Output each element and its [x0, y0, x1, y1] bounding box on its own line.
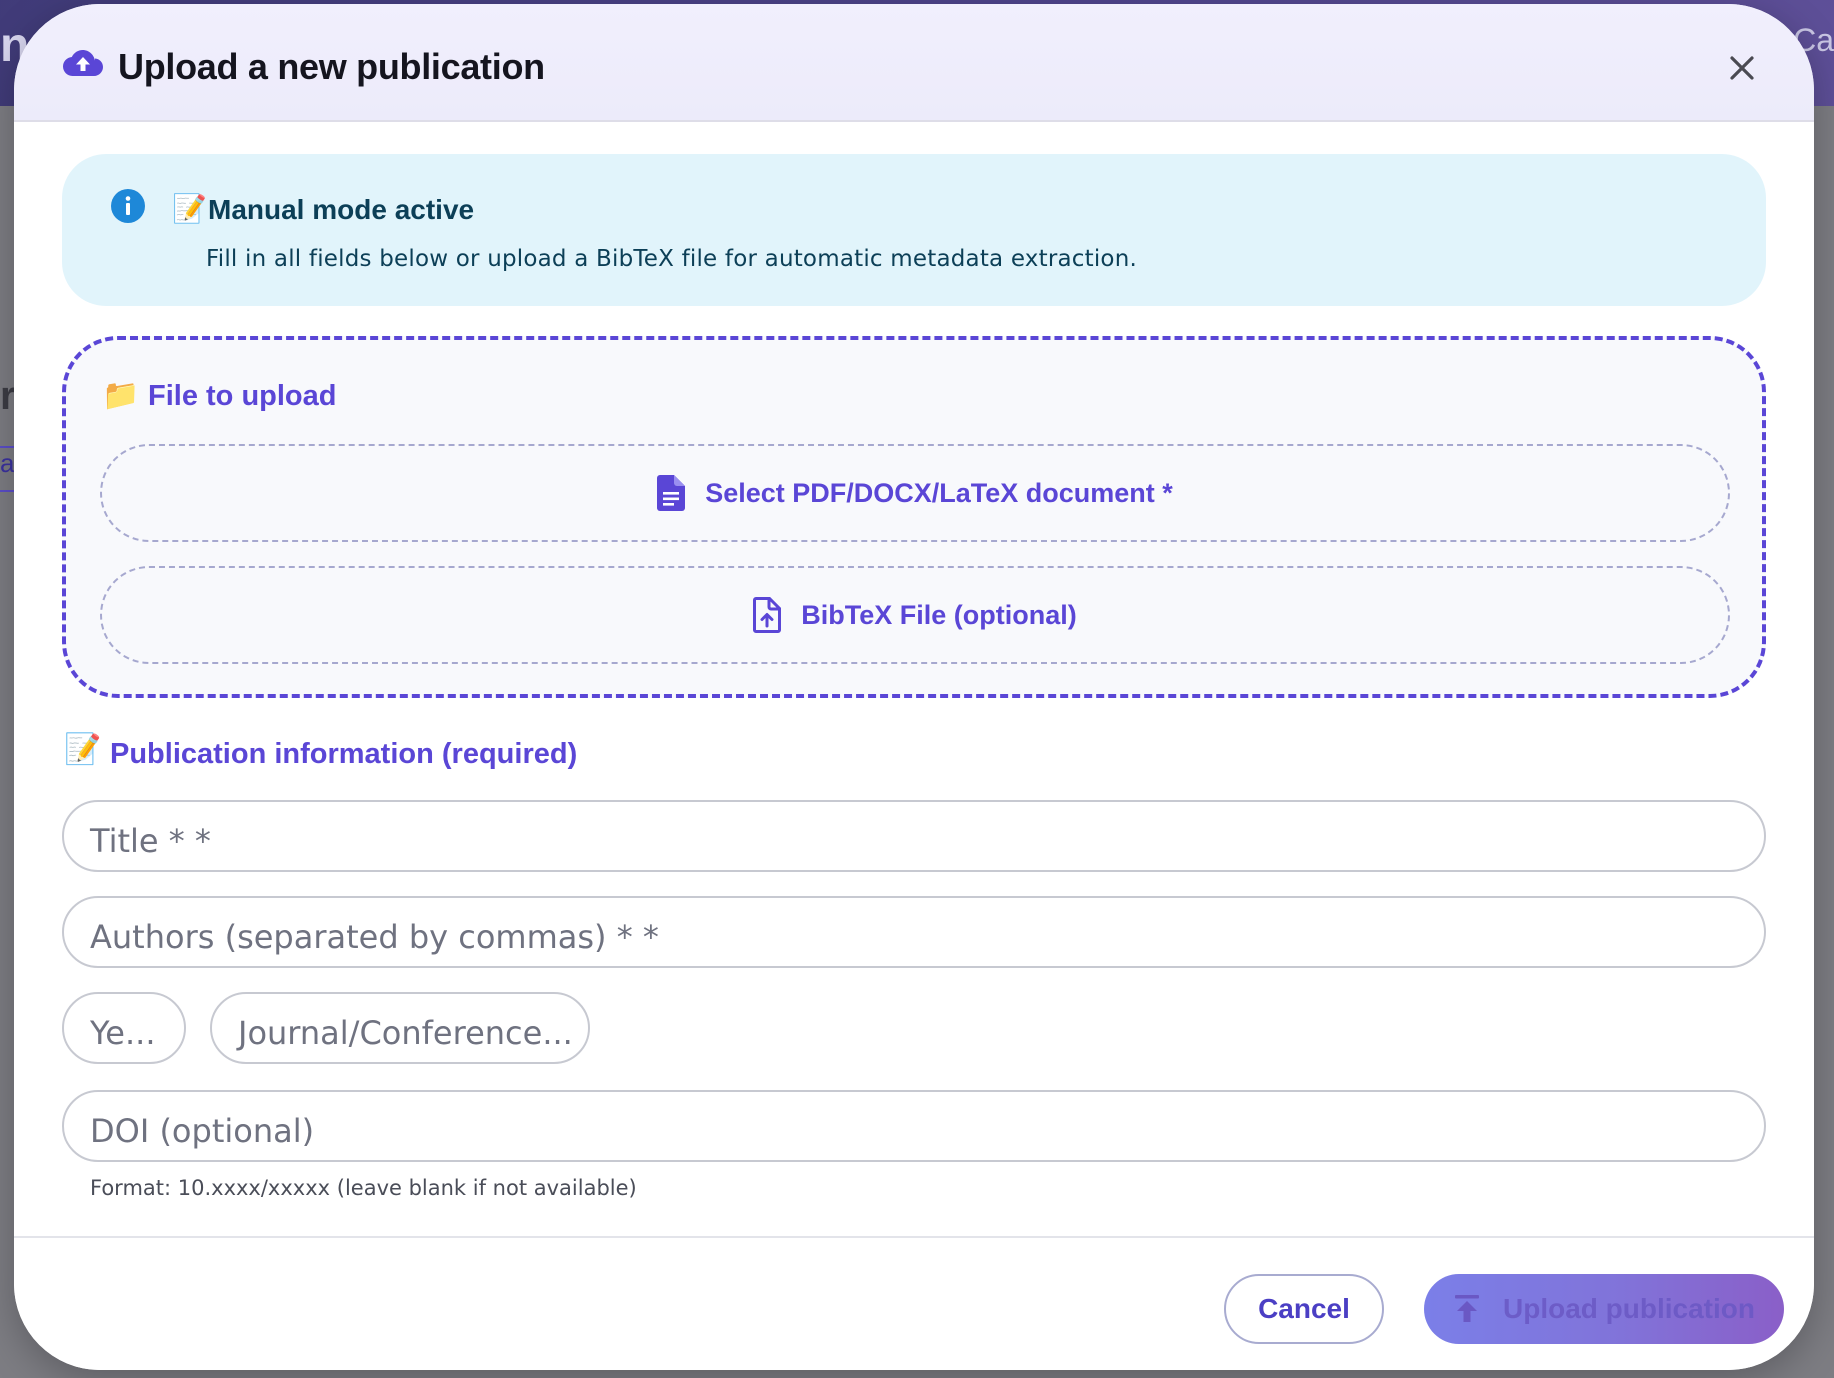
- file-upload-zone[interactable]: 📁 File to upload Select PDF/DOCX/LaTeX d…: [62, 336, 1766, 698]
- doi-input[interactable]: DOI (optional): [62, 1090, 1766, 1162]
- journal-placeholder: Journal/Conference...: [238, 1014, 573, 1052]
- dialog-footer: Cancel Upload publication: [14, 1236, 1814, 1370]
- upload-arrow-icon: [1455, 1295, 1479, 1322]
- year-input[interactable]: Ye...: [62, 992, 186, 1064]
- title-input[interactable]: Title * *: [62, 800, 1766, 872]
- year-placeholder: Ye...: [90, 1014, 156, 1052]
- memo-emoji: 📝: [64, 733, 102, 766]
- folder-emoji: 📁: [102, 379, 140, 412]
- publication-info-title: Publication information (required): [110, 738, 578, 770]
- file-upload-title: File to upload: [148, 380, 337, 412]
- upload-publication-label: Upload publication: [1503, 1293, 1755, 1324]
- file-upload-icon: [753, 597, 782, 633]
- doi-helper-text: Format: 10.xxxx/xxxxx (leave blank if no…: [90, 1176, 637, 1200]
- upload-publication-dialog: Upload a new publication 📝 Manual mode a…: [14, 4, 1814, 1370]
- select-document-label: Select PDF/DOCX/LaTeX document *: [705, 477, 1173, 508]
- background-tab-fragment: at: [0, 446, 14, 492]
- authors-input[interactable]: Authors (separated by commas) * *: [62, 896, 1766, 968]
- cloud-upload-icon: [63, 50, 103, 76]
- info-icon: [111, 189, 145, 223]
- alert-title: Manual mode active: [208, 194, 475, 225]
- bibtex-file-button[interactable]: BibTeX File (optional): [100, 566, 1730, 664]
- alert-message: Fill in all fields below or upload a Bib…: [206, 246, 1137, 272]
- bibtex-file-label: BibTeX File (optional): [801, 599, 1077, 630]
- doi-placeholder: DOI (optional): [90, 1112, 315, 1150]
- memo-emoji: 📝: [172, 193, 207, 224]
- manual-mode-alert: 📝 Manual mode active Fill in all fields …: [62, 154, 1766, 306]
- cancel-button[interactable]: Cancel: [1224, 1274, 1384, 1344]
- select-document-button[interactable]: Select PDF/DOCX/LaTeX document *: [100, 444, 1730, 542]
- close-icon[interactable]: [1722, 48, 1762, 88]
- upload-publication-button[interactable]: Upload publication: [1424, 1274, 1784, 1344]
- document-icon: [657, 475, 686, 511]
- dialog-title: Upload a new publication: [118, 46, 545, 87]
- authors-placeholder: Authors (separated by commas) * *: [90, 918, 659, 956]
- dialog-header: Upload a new publication: [14, 4, 1814, 122]
- title-placeholder: Title * *: [90, 822, 211, 860]
- journal-conference-input[interactable]: Journal/Conference...: [210, 992, 590, 1064]
